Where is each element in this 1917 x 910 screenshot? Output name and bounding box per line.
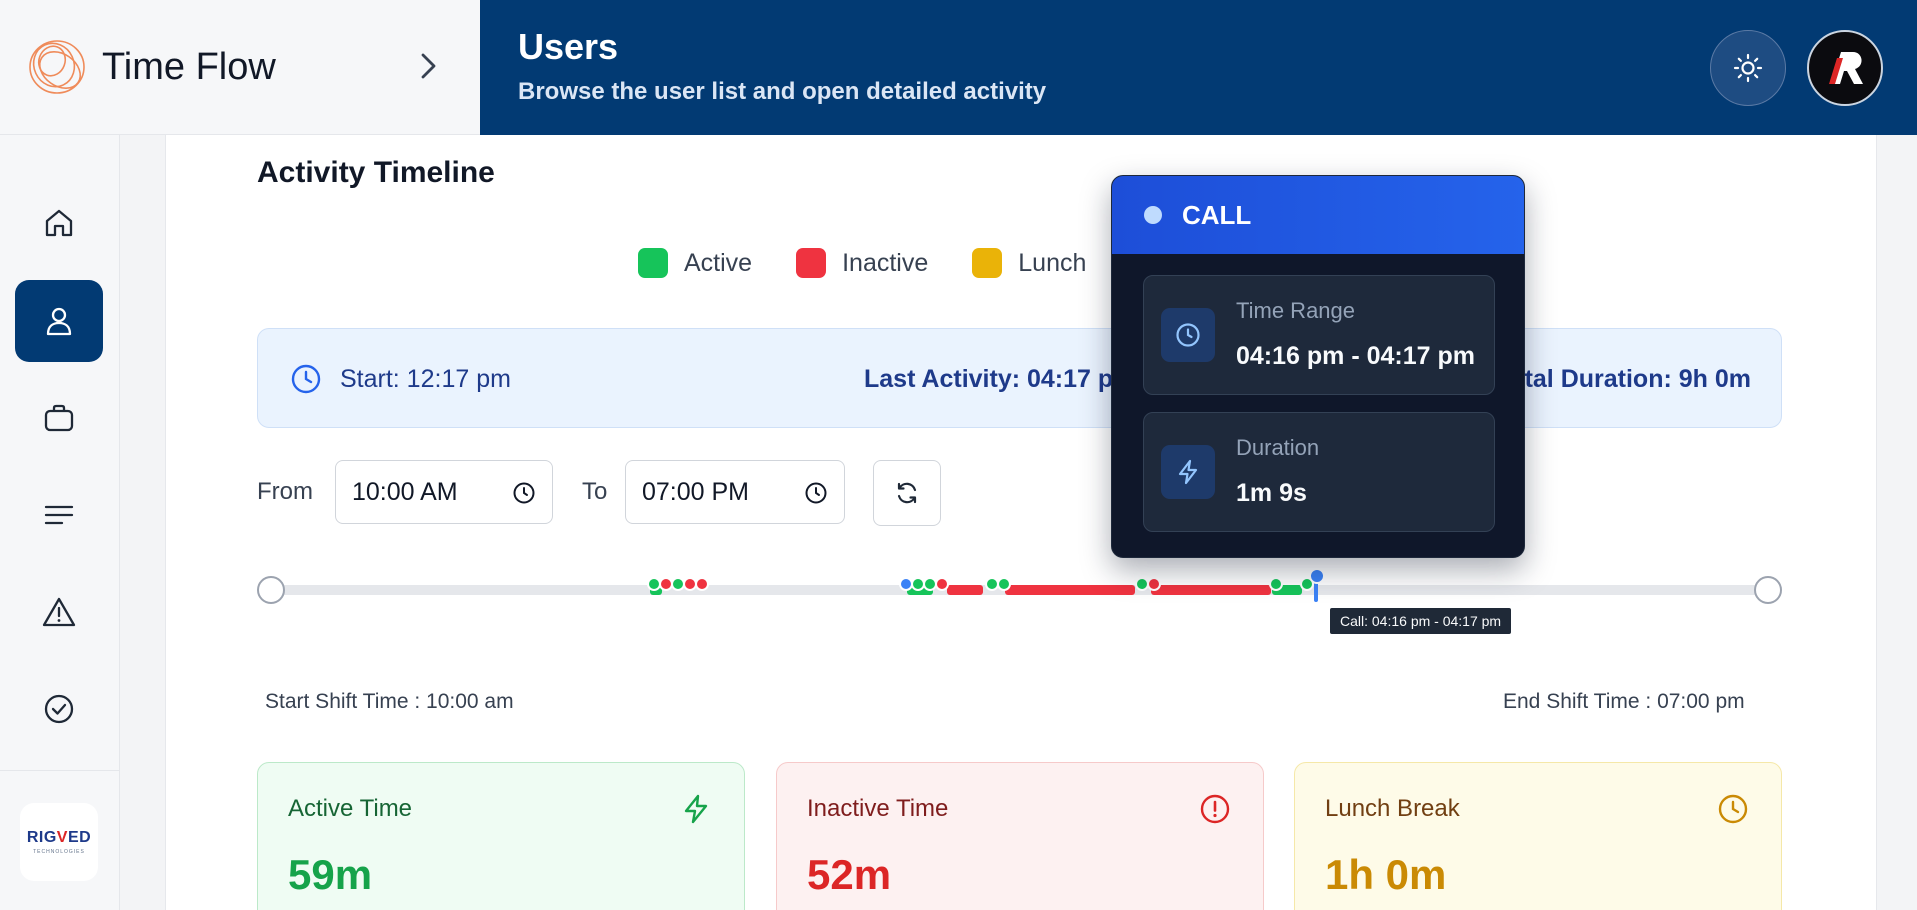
avatar-logo-icon (1829, 52, 1863, 84)
legend-swatch-inactive (796, 248, 827, 278)
stat-card-lunch: Lunch Break 1h 0m (1294, 762, 1782, 910)
sidebar-item-home[interactable] (15, 182, 103, 264)
from-time-input[interactable]: 10:00 AM (335, 460, 553, 524)
user-icon (46, 307, 72, 336)
timeline-marker[interactable] (1269, 577, 1283, 591)
timeline-marker[interactable] (695, 577, 709, 591)
clock-icon[interactable] (804, 481, 828, 505)
popover-header: CALL (1112, 176, 1524, 254)
legend-item-active: Active (638, 248, 752, 278)
timeline-marker[interactable] (997, 577, 1011, 591)
sidebar-item-alerts[interactable] (15, 571, 103, 653)
start-time: Start: 12:17 pm (290, 363, 511, 395)
clock-icon (1161, 308, 1215, 362)
sidebar-divider (0, 770, 120, 771)
alert-circle-icon (1200, 794, 1230, 824)
page-subtitle: Browse the user list and open detailed a… (518, 78, 1047, 105)
timeline-legend: Active Inactive Lunch (638, 248, 1130, 278)
stat-card-active: Active Time 59m (257, 762, 745, 910)
status-dot (1144, 206, 1162, 224)
timeline-marker-selected[interactable] (1309, 568, 1325, 584)
timeline-hover-tooltip: Call: 04:16 pm - 04:17 pm (1330, 608, 1512, 634)
popover-title: CALL (1182, 199, 1252, 230)
timeline-segment-inactive[interactable] (947, 585, 983, 595)
activity-summary-bar: Start: 12:17 pm Last Activity: 04:17 pm … (257, 328, 1782, 428)
sun-icon (1733, 53, 1763, 83)
duration-box: Duration 1m 9s (1143, 412, 1495, 532)
to-time-input[interactable]: 07:00 PM (625, 460, 845, 524)
from-label: From (257, 478, 313, 505)
sidebar-item-approvals[interactable] (15, 668, 103, 750)
call-detail-popover: CALL Time Range 04:16 pm - 04:17 pm Dura… (1111, 175, 1525, 558)
legend-swatch-active (638, 248, 668, 278)
stat-card-inactive: Inactive Time 52m (776, 762, 1264, 910)
check-circle-icon (44, 694, 74, 724)
sidebar-item-projects[interactable] (15, 377, 103, 459)
to-label: To (582, 478, 608, 505)
lightning-icon (684, 794, 708, 824)
time-flow-logo (29, 40, 85, 94)
refresh-icon (897, 482, 917, 504)
chevron-right-icon[interactable] (410, 48, 446, 84)
clock-icon (1718, 794, 1748, 824)
timeline-marker[interactable] (935, 577, 949, 591)
sidebar-item-reports[interactable] (15, 474, 103, 556)
shift-start-time: Start Shift Time : 10:00 am (265, 690, 514, 713)
briefcase-icon (44, 404, 74, 432)
sidebar-item-users[interactable] (15, 280, 103, 362)
timeline-marker[interactable] (1147, 577, 1161, 591)
legend-item-inactive: Inactive (796, 248, 928, 278)
section-title: Activity Timeline (257, 156, 495, 189)
timeline-segment-inactive[interactable] (1005, 585, 1135, 595)
lightning-icon (1161, 445, 1215, 499)
warning-icon (42, 597, 76, 627)
theme-toggle-button[interactable] (1710, 30, 1786, 106)
timeline-segment-call[interactable] (1314, 582, 1318, 602)
page-title: Users (518, 26, 619, 67)
total-duration: Total Duration: 9h 0m (1495, 365, 1751, 393)
last-activity: Last Activity: 04:17 pm (864, 365, 1136, 393)
brand-panel: Time Flow (0, 0, 480, 135)
page-header: Users Browse the user list and open deta… (480, 0, 1917, 135)
timeline-start-handle[interactable] (257, 576, 285, 604)
activity-timeline[interactable] (257, 560, 1782, 630)
clock-icon[interactable] (512, 481, 536, 505)
sidebar: RIGVED TECHNOLOGIES (0, 135, 120, 910)
list-icon (44, 505, 74, 525)
legend-swatch-lunch (972, 248, 1003, 278)
time-range-box: Time Range 04:16 pm - 04:17 pm (1143, 275, 1495, 395)
user-avatar[interactable] (1807, 30, 1883, 106)
refresh-button[interactable] (873, 460, 941, 526)
timeline-end-handle[interactable] (1754, 576, 1782, 604)
company-logo: RIGVED TECHNOLOGIES (20, 803, 98, 881)
app-name: Time Flow (102, 45, 276, 88)
legend-item-lunch: Lunch (972, 248, 1086, 278)
timeline-segment-inactive[interactable] (1151, 585, 1271, 595)
clock-icon (291, 364, 321, 394)
home-icon (45, 209, 73, 237)
shift-end-time: End Shift Time : 07:00 pm (1503, 690, 1745, 713)
